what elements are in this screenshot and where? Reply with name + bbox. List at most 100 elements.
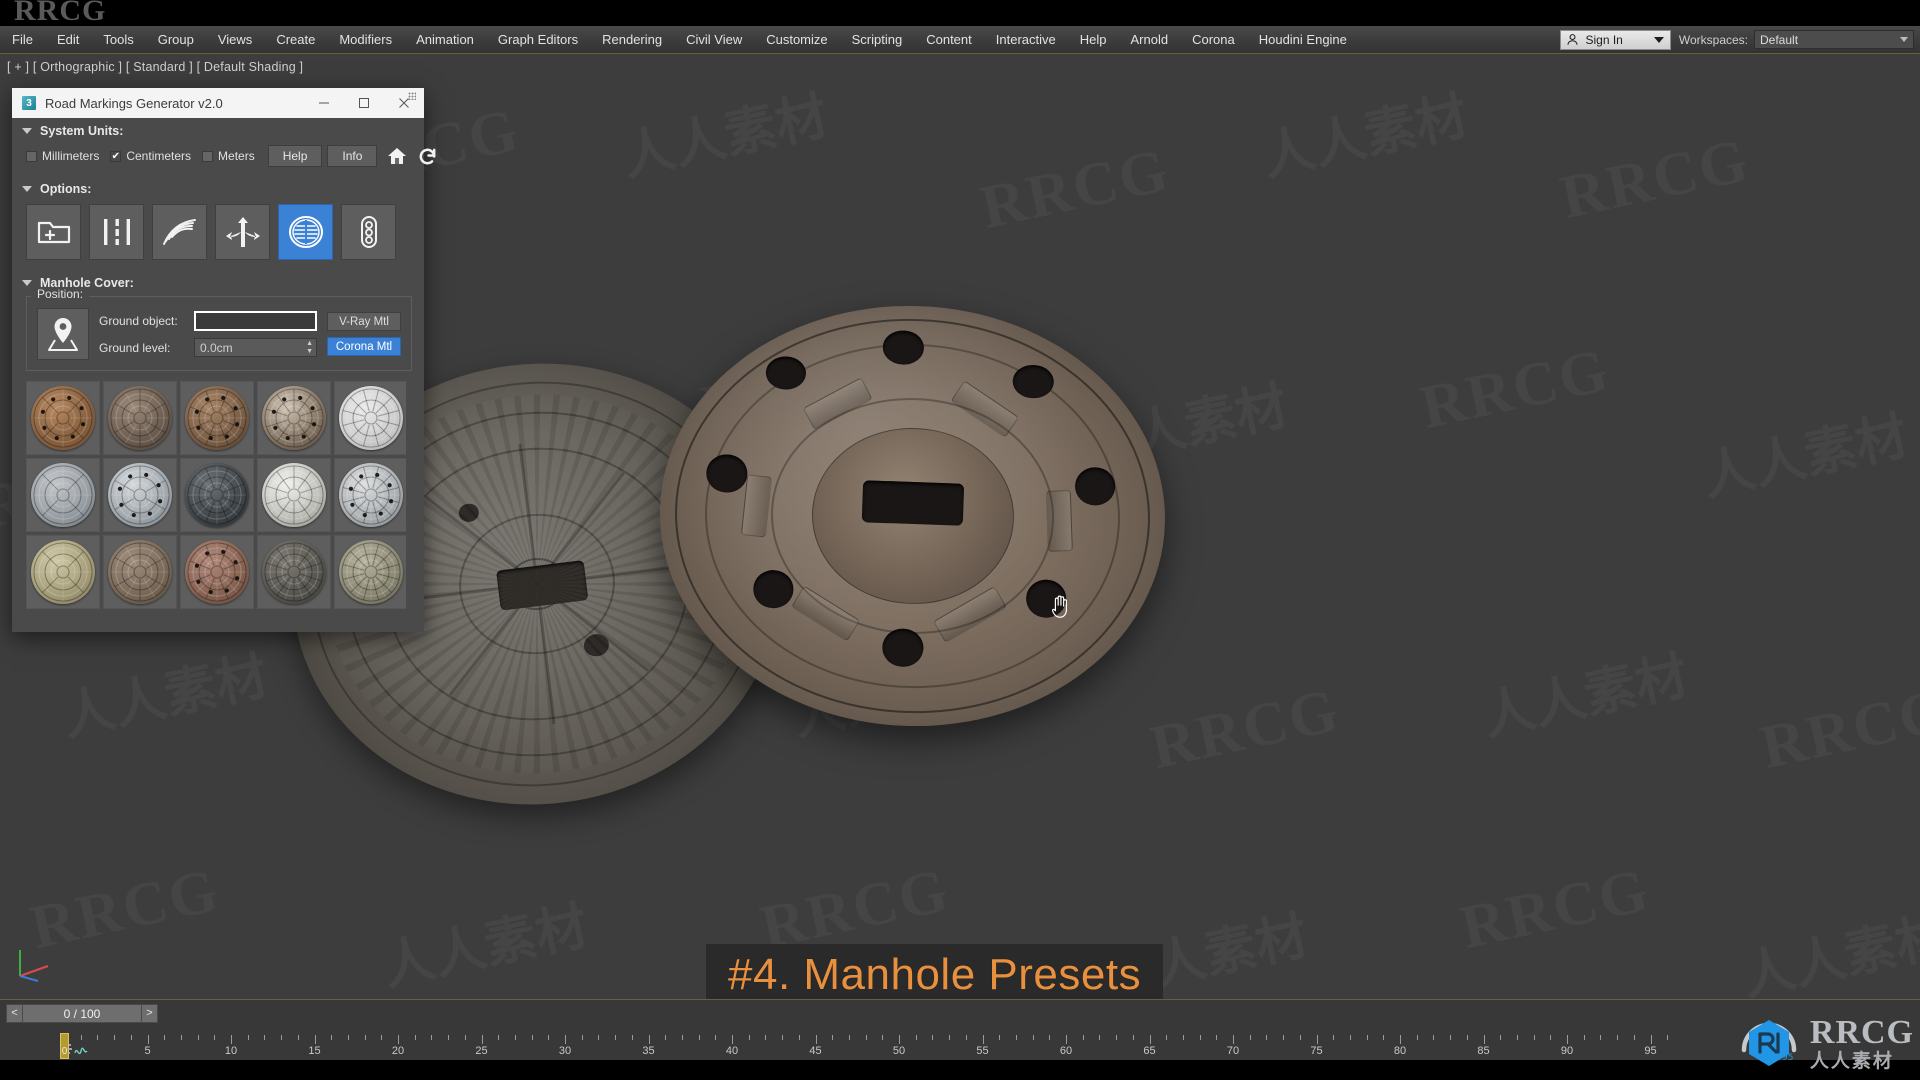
help-button[interactable]: Help	[267, 145, 323, 167]
timeline-tick	[848, 1035, 850, 1040]
timeline-tick	[1483, 1035, 1485, 1044]
next-frame-button[interactable]: >	[141, 1004, 158, 1023]
pick-position-button[interactable]	[37, 308, 89, 360]
rollout-options[interactable]: Options:	[12, 176, 424, 200]
menu-item-create[interactable]: Create	[264, 29, 327, 51]
menu-item-civil-view[interactable]: Civil View	[674, 29, 754, 51]
frame-counter-field[interactable]: 0 / 100	[23, 1004, 141, 1023]
dialog-body: System Units: Millimeters ✔ Centimeters …	[12, 92, 436, 632]
timeline-tick-label: 40	[725, 1045, 739, 1057]
tool-curved-lines[interactable]	[152, 204, 207, 260]
dialog-title-bar[interactable]: 3 Road Markings Generator v2.0	[12, 88, 424, 118]
close-button[interactable]	[384, 88, 424, 118]
tool-new-folder[interactable]	[26, 204, 81, 260]
home-button[interactable]	[386, 144, 408, 168]
timeline-tick	[1166, 1035, 1168, 1040]
manhole-preset-1[interactable]	[26, 381, 100, 455]
info-button[interactable]: Info	[327, 145, 378, 167]
vray-mtl-button[interactable]: V-Ray Mtl	[327, 312, 401, 331]
manhole-preset-7[interactable]	[103, 458, 177, 532]
timeline-tick-label: 60	[1059, 1045, 1073, 1057]
spinner-arrows-icon[interactable]: ▲ ▼	[306, 340, 313, 355]
menu-item-file[interactable]: File	[0, 29, 45, 51]
timeline-tick	[1550, 1035, 1552, 1040]
road-markings-generator-dialog[interactable]: 3 Road Markings Generator v2.0 System Un…	[12, 88, 436, 632]
timeline-tick	[1283, 1035, 1285, 1040]
manhole-preset-10[interactable]	[334, 458, 406, 532]
menu-item-scripting[interactable]: Scripting	[840, 29, 915, 51]
checkbox-box	[26, 150, 37, 162]
menu-item-tools[interactable]: Tools	[91, 29, 145, 51]
manhole-preset-9[interactable]	[257, 458, 331, 532]
menu-item-content[interactable]: Content	[914, 29, 984, 51]
checkbox-box	[202, 150, 214, 162]
rollout-system-units[interactable]: System Units:	[12, 118, 424, 142]
timeline-playhead[interactable]: 0	[60, 1033, 69, 1059]
menu-item-houdini-engine[interactable]: Houdini Engine	[1247, 29, 1359, 51]
manhole-preset-15[interactable]	[334, 535, 406, 609]
manhole-preset-4[interactable]	[257, 381, 331, 455]
manhole-preset-5[interactable]	[334, 381, 406, 455]
menu-item-graph-editors[interactable]: Graph Editors	[486, 29, 590, 51]
timeline-tick	[214, 1035, 216, 1040]
manhole-preset-thumbnail	[185, 540, 249, 604]
sign-in-button[interactable]: Sign In	[1559, 29, 1671, 50]
workspace-select[interactable]: Default	[1754, 30, 1914, 49]
timeline-tick	[498, 1035, 500, 1040]
unit-centimeters-label: Centimeters	[126, 149, 192, 163]
resize-grip[interactable]	[408, 92, 416, 100]
tool-lane-lines[interactable]	[89, 204, 144, 260]
timeline-tick	[1433, 1035, 1435, 1040]
menu-item-animation[interactable]: Animation	[404, 29, 486, 51]
timeline-tick	[1583, 1035, 1585, 1040]
timeline-tick	[130, 1035, 132, 1040]
timeline-tick	[1416, 1035, 1418, 1040]
tool-traffic-light[interactable]	[341, 204, 396, 260]
manhole-preset-14[interactable]	[257, 535, 331, 609]
timeline-tick	[648, 1035, 650, 1044]
watermark-text: RRCG	[975, 135, 1176, 244]
manhole-preset-thumbnail	[31, 386, 95, 450]
menu-item-arnold[interactable]: Arnold	[1119, 29, 1181, 51]
timeline-tick-label: 55	[976, 1045, 989, 1057]
menu-item-interactive[interactable]: Interactive	[984, 29, 1068, 51]
timeline-tick-label: 90	[1560, 1045, 1574, 1057]
manhole-preset-12[interactable]	[103, 535, 177, 609]
manhole-preset-3[interactable]	[180, 381, 254, 455]
unit-centimeters-checkbox[interactable]: ✔ Centimeters	[110, 149, 191, 163]
unit-millimeters-checkbox[interactable]: Millimeters	[26, 149, 99, 163]
prev-frame-button[interactable]: <	[6, 1004, 23, 1023]
corona-mtl-button[interactable]: Corona Mtl	[327, 337, 401, 356]
tool-manhole[interactable]	[278, 204, 333, 260]
menu-item-customize[interactable]: Customize	[754, 29, 839, 51]
manhole-preset-thumbnail	[339, 540, 403, 604]
menu-item-help[interactable]: Help	[1068, 29, 1119, 51]
playhead-label: 0	[61, 1046, 68, 1057]
menu-item-views[interactable]: Views	[206, 29, 264, 51]
timeline-tick	[114, 1035, 116, 1040]
timeline-tick	[598, 1035, 600, 1040]
timeline-tick-label: 15	[308, 1045, 321, 1057]
maximize-button[interactable]	[344, 88, 384, 118]
unit-meters-checkbox[interactable]: Meters	[202, 149, 255, 163]
menu-item-modifiers[interactable]: Modifiers	[327, 29, 404, 51]
menu-item-group[interactable]: Group	[146, 29, 206, 51]
menu-item-rendering[interactable]: Rendering	[590, 29, 674, 51]
watermark-text: RRCG	[1755, 675, 1920, 784]
refresh-button[interactable]	[417, 144, 438, 168]
timeline-tick	[1132, 1035, 1134, 1040]
manhole-preset-13[interactable]	[180, 535, 254, 609]
manhole-preset-2[interactable]	[103, 381, 177, 455]
ground-object-field[interactable]	[194, 311, 317, 331]
minimize-button[interactable]	[304, 88, 344, 118]
menu-item-edit[interactable]: Edit	[45, 29, 91, 51]
manhole-preset-8[interactable]	[180, 458, 254, 532]
manhole-preset-grid[interactable]	[26, 381, 406, 609]
timeline-tick	[1650, 1035, 1652, 1044]
ground-level-spinner[interactable]: 0.0cm ▲ ▼	[194, 338, 317, 357]
manhole-preset-6[interactable]	[26, 458, 100, 532]
tool-arrows[interactable]	[215, 204, 270, 260]
timeline-tick	[1099, 1035, 1101, 1040]
manhole-preset-11[interactable]	[26, 535, 100, 609]
menu-item-corona[interactable]: Corona	[1180, 29, 1247, 51]
